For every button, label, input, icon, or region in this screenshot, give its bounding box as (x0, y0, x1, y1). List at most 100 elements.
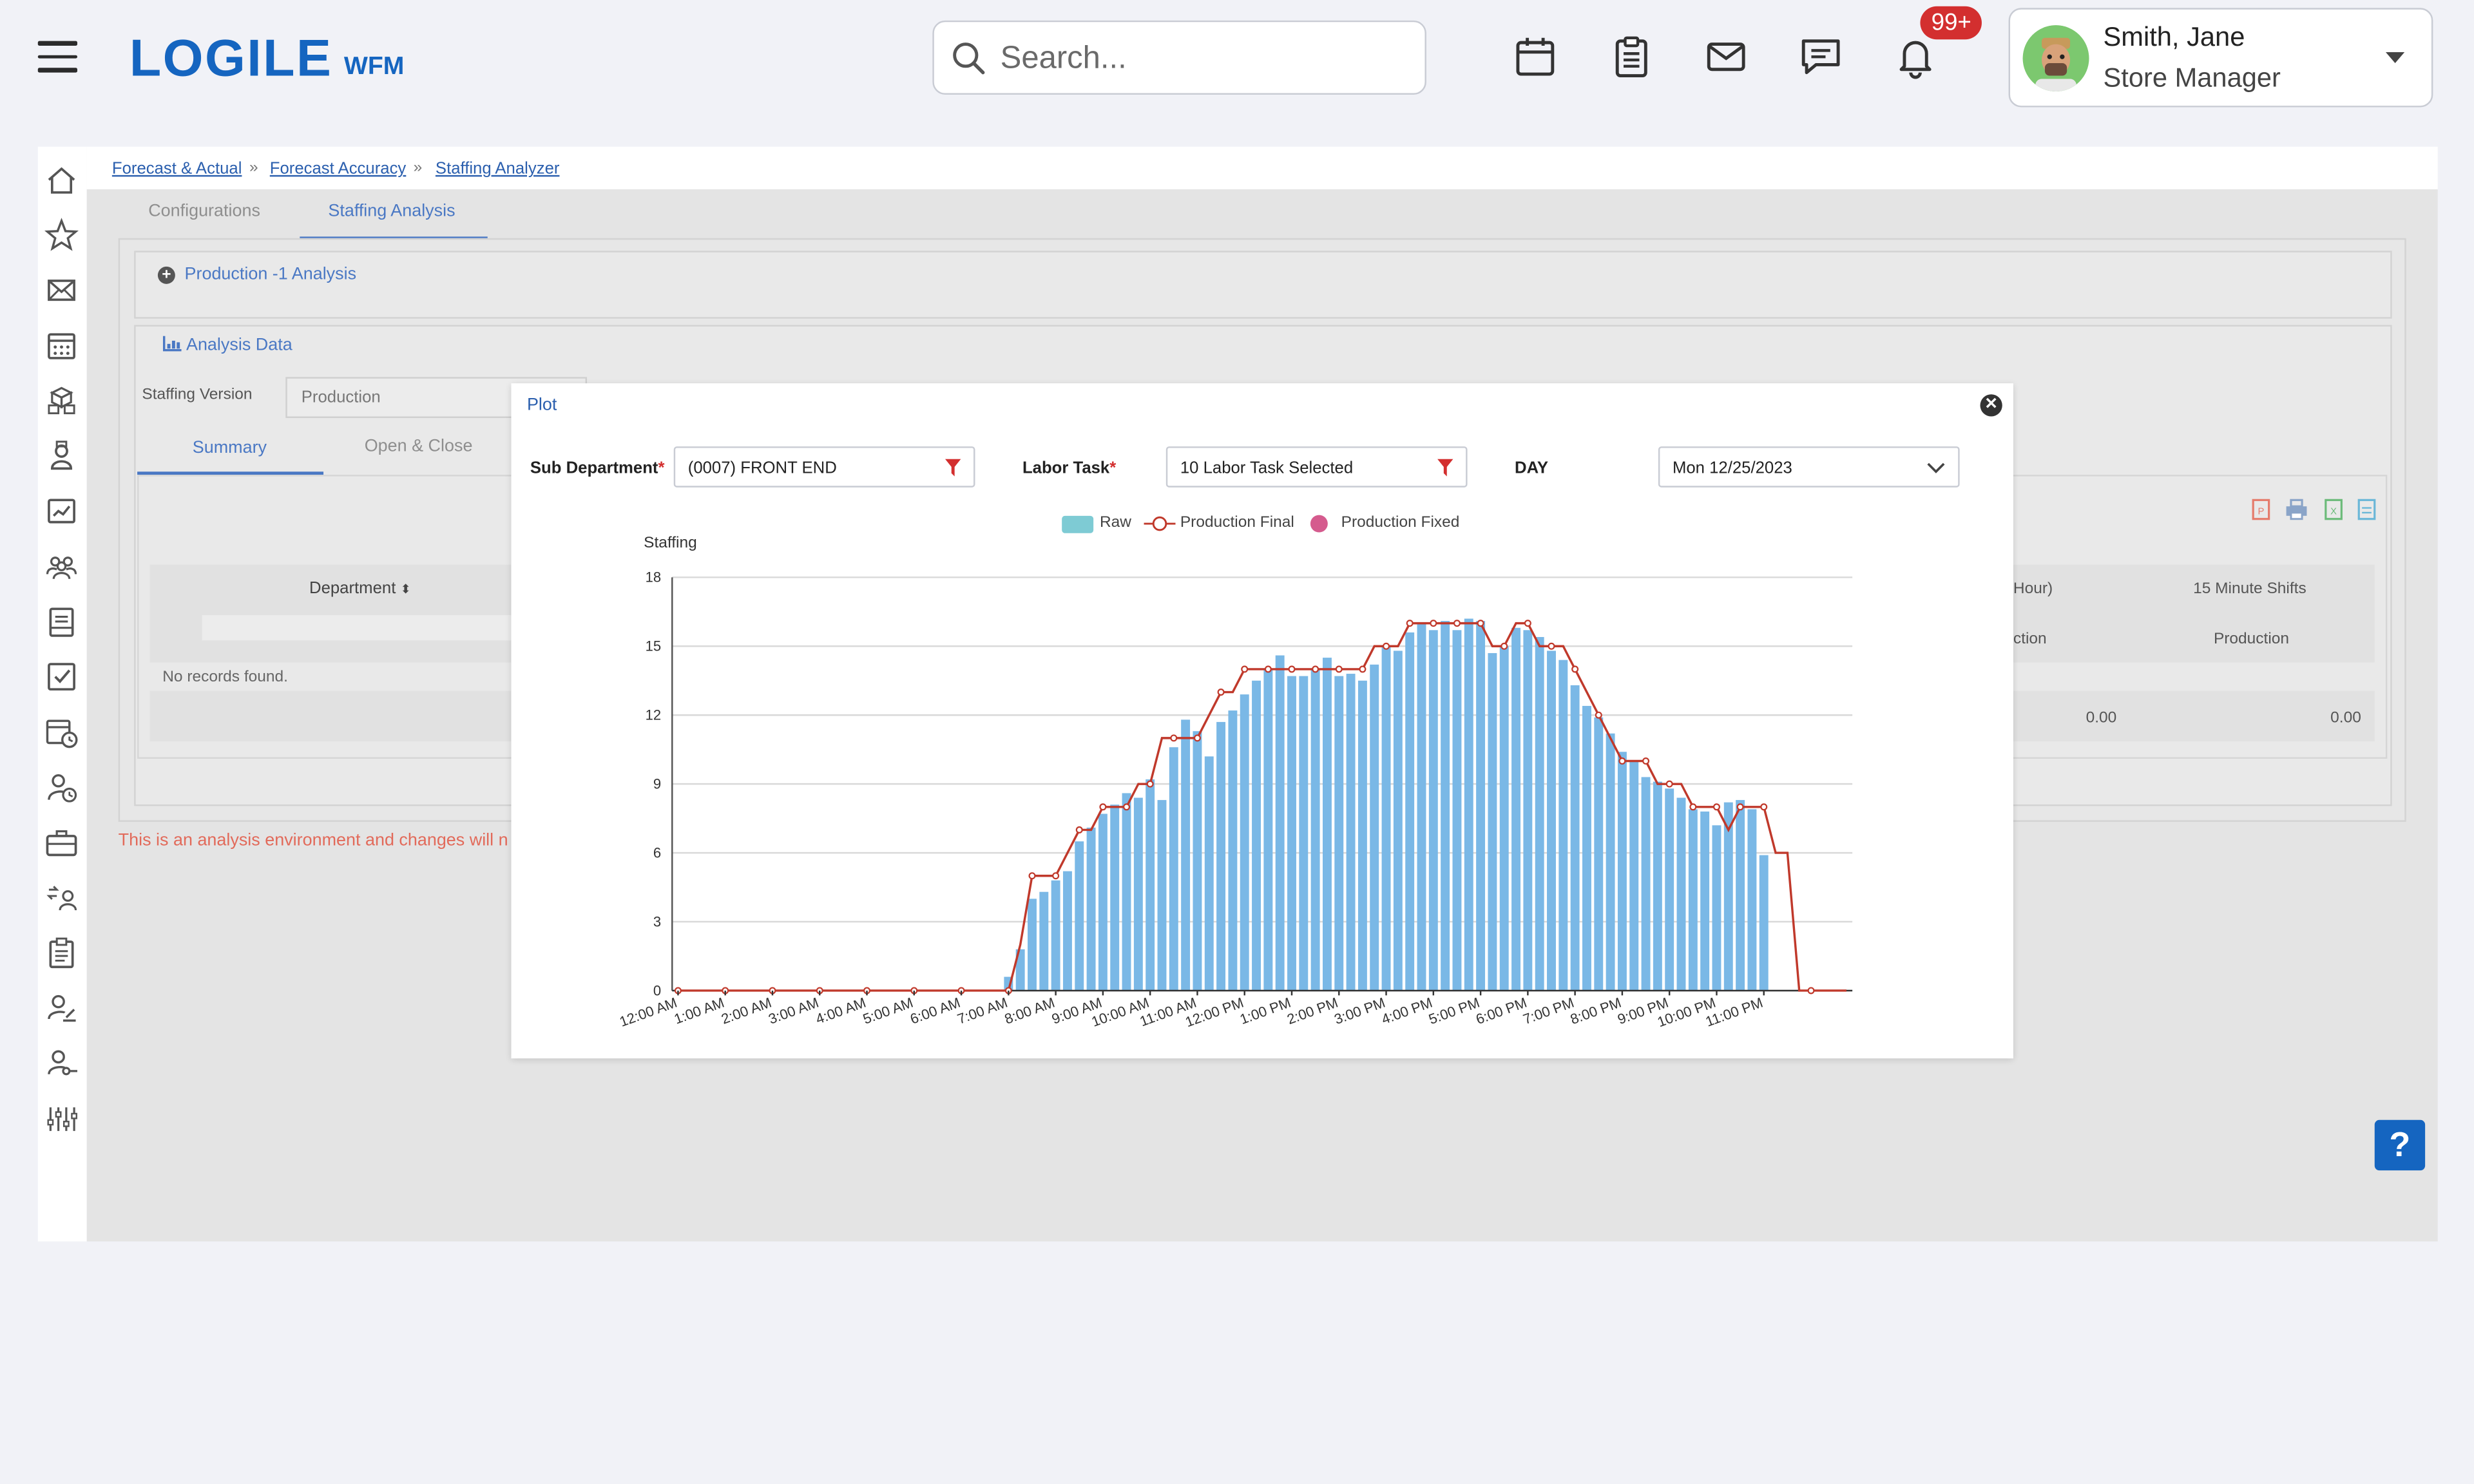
bar[interactable] (1133, 797, 1143, 991)
bar[interactable] (1357, 680, 1367, 991)
bar[interactable] (1417, 623, 1426, 991)
search-box[interactable] (932, 20, 1426, 95)
production-final-point[interactable] (1665, 780, 1673, 788)
notification-badge[interactable]: 99+ (1920, 6, 1983, 40)
tab-configurations[interactable]: Configurations (148, 202, 260, 220)
bar[interactable] (1759, 855, 1769, 991)
production-final-point[interactable] (1312, 665, 1319, 673)
breadcrumb-forecast-accuracy[interactable]: Forecast Accuracy (270, 159, 407, 178)
bar[interactable] (1641, 777, 1651, 991)
sliders-icon[interactable] (44, 1101, 79, 1136)
help-button[interactable]: ? (2374, 1119, 2426, 1171)
production-final-point[interactable] (1123, 803, 1131, 811)
production-final-point[interactable] (1477, 620, 1484, 627)
production-final-point[interactable] (1406, 620, 1414, 627)
person-icon[interactable] (44, 439, 79, 473)
bar[interactable] (1299, 676, 1309, 991)
bar[interactable] (1028, 899, 1037, 991)
clipboard-list-icon[interactable] (44, 935, 79, 970)
calendar-grid-icon[interactable] (44, 328, 79, 363)
production-final-point[interactable] (1264, 665, 1272, 673)
bar[interactable] (1039, 891, 1049, 991)
star-icon[interactable] (44, 218, 79, 252)
bar[interactable] (1747, 809, 1757, 991)
production-final-point[interactable] (1571, 665, 1579, 673)
production-final-point[interactable] (1712, 803, 1720, 811)
bar[interactable] (1700, 811, 1710, 991)
bar[interactable] (1736, 800, 1745, 991)
expand-icon[interactable]: + (157, 266, 175, 284)
bar[interactable] (1712, 825, 1721, 991)
bar[interactable] (1062, 871, 1072, 991)
bar[interactable] (1216, 721, 1226, 991)
bar[interactable] (1157, 800, 1167, 991)
production-final-point[interactable] (1642, 757, 1650, 765)
bar[interactable] (1617, 752, 1627, 991)
search-input[interactable] (1000, 34, 1411, 82)
csv-icon[interactable] (2355, 499, 2377, 520)
bar[interactable] (1181, 719, 1191, 991)
mail-icon[interactable] (1704, 35, 1749, 79)
production-final-point[interactable] (1689, 803, 1697, 811)
user-menu[interactable]: Smith, Jane Store Manager (2008, 8, 2433, 108)
filter-icon[interactable] (945, 459, 961, 477)
labor-task-select[interactable]: 10 Labor Task Selected (1165, 446, 1468, 488)
bar[interactable] (1535, 637, 1544, 991)
production-final-point[interactable] (1807, 987, 1815, 994)
bar[interactable] (1098, 813, 1108, 991)
production-final-point[interactable] (1099, 803, 1107, 811)
trend-icon[interactable] (44, 494, 79, 529)
bar[interactable] (1676, 797, 1686, 991)
breadcrumb-staffing-analyzer[interactable]: Staffing Analyzer (436, 159, 560, 178)
bar[interactable] (1547, 651, 1556, 991)
bar[interactable] (1476, 621, 1486, 991)
bar[interactable] (1252, 680, 1261, 991)
boxes-icon[interactable] (44, 383, 79, 418)
bar[interactable] (1665, 788, 1674, 991)
checkbox-icon[interactable] (44, 660, 79, 694)
production-final-point[interactable] (1736, 803, 1744, 811)
subtab-open-close[interactable]: Open & Close (365, 437, 473, 455)
bell-icon[interactable] (1894, 35, 1938, 79)
production-analysis-section[interactable] (134, 251, 2392, 319)
day-select[interactable]: Mon 12/25/2023 (1658, 446, 1960, 488)
production-analysis-title[interactable]: Production -1 Analysis (185, 265, 357, 283)
filter-icon[interactable] (1437, 459, 1453, 477)
production-final-point[interactable] (1430, 620, 1437, 627)
excel-icon[interactable]: X (2323, 499, 2345, 520)
production-final-point[interactable] (1335, 665, 1343, 673)
production-final-point[interactable] (1618, 757, 1626, 765)
bar[interactable] (1370, 664, 1379, 991)
bar[interactable] (1228, 710, 1238, 991)
bar[interactable] (1405, 632, 1415, 991)
pdf-icon[interactable]: P (2250, 499, 2272, 520)
production-final-point[interactable] (1359, 665, 1366, 673)
bar[interactable] (1688, 809, 1698, 991)
bar[interactable] (1488, 652, 1497, 991)
production-final-point[interactable] (1524, 620, 1531, 627)
logo[interactable]: LOGILE (129, 28, 333, 88)
bar[interactable] (1441, 621, 1450, 991)
production-final-point[interactable] (1501, 642, 1508, 650)
breadcrumb-forecast-actual[interactable]: Forecast & Actual (112, 159, 242, 178)
bar[interactable] (1287, 676, 1296, 991)
production-final-point[interactable] (1288, 665, 1296, 673)
bar[interactable] (1110, 804, 1120, 991)
bar[interactable] (1653, 781, 1662, 991)
bar[interactable] (1570, 685, 1580, 991)
group-icon[interactable] (44, 549, 79, 584)
schedule-icon[interactable] (44, 604, 79, 639)
bar[interactable] (1452, 630, 1462, 991)
person-edit-icon[interactable] (44, 991, 79, 1025)
production-final-point[interactable] (1193, 734, 1201, 742)
production-final-point[interactable] (1453, 620, 1461, 627)
bar[interactable] (1629, 761, 1639, 991)
print-icon[interactable] (2285, 499, 2308, 520)
production-final-point[interactable] (1383, 642, 1390, 650)
person-key-icon[interactable] (44, 1046, 79, 1081)
bar[interactable] (1169, 747, 1178, 991)
home-icon[interactable] (44, 162, 79, 197)
bar[interactable] (1558, 660, 1568, 991)
person-clock-icon[interactable] (44, 770, 79, 804)
bar[interactable] (1582, 705, 1591, 991)
